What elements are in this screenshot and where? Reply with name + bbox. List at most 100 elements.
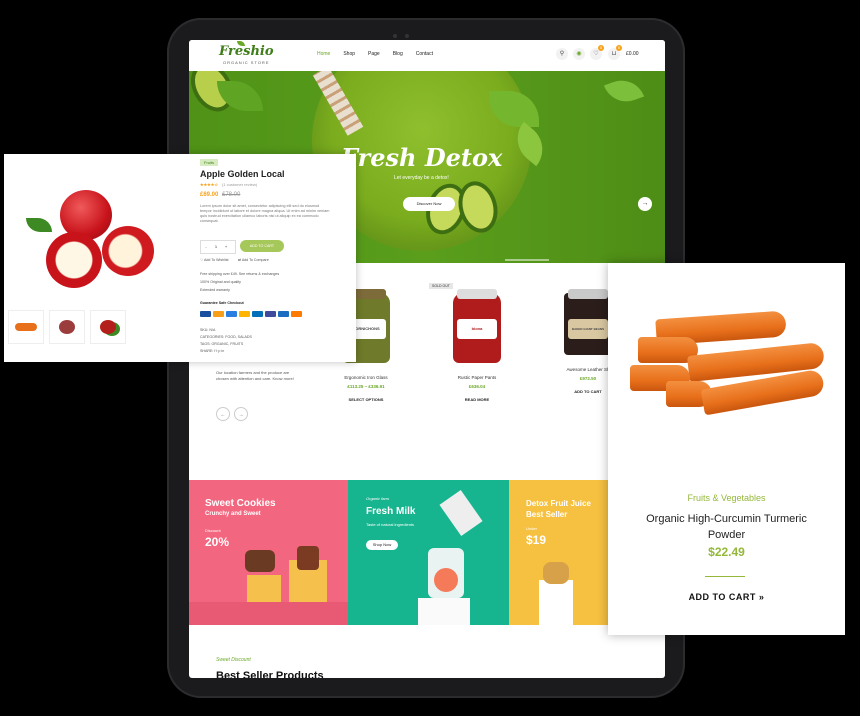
hero-subtitle: Let everyday be a detox! (394, 175, 449, 181)
mastercard-icon (213, 311, 224, 317)
banner-sweet-cookies[interactable]: Sweet Cookies Crunchy and Sweet Discount… (189, 480, 348, 625)
slider-progress (505, 259, 549, 261)
quantity-value[interactable]: 1 (211, 241, 221, 253)
leaf-image (603, 73, 645, 109)
rating-stars: ★★★★☆ (1 customer review) (200, 182, 258, 187)
cart-amount[interactable]: £0.00 (626, 51, 639, 57)
banner-kicker: Organic farm (366, 496, 390, 501)
sauce-jar-image: biona (453, 289, 501, 363)
quick-view-popup: Fruits Apple Golden Local ★★★★☆ (1 custom… (4, 154, 356, 362)
tags[interactable]: TAGS: ORGANIC, FRUITS (200, 342, 243, 346)
product-title: Apple Golden Local (200, 169, 285, 179)
quantity-stepper[interactable]: -1 + (200, 240, 236, 254)
compare-link[interactable]: ⇄ Add To Compare (238, 258, 269, 262)
nav-page[interactable]: Page (368, 51, 380, 57)
thumbnail-vegetables[interactable] (90, 310, 126, 344)
white-pedestal (539, 580, 573, 625)
read-more-button[interactable]: READ MORE (432, 397, 522, 402)
apple-half-image (46, 232, 102, 288)
review-count[interactable]: (1 customer review) (222, 182, 257, 187)
categories[interactable]: CATEGORIES: FOOD, SALADS (200, 335, 252, 339)
select-options-button[interactable]: SELECT OPTIONS (321, 397, 411, 402)
bitcoin-icon (291, 311, 302, 317)
tablet-camera (393, 25, 427, 56)
sold-out-badge: SOLD OUT (429, 283, 453, 289)
divider (705, 576, 745, 577)
banner-title: Fresh Milk (366, 506, 416, 517)
linkedin-icon[interactable]: in (221, 349, 224, 353)
search-icon[interactable]: ⚲ (556, 48, 568, 60)
section-kicker: Sweet Discount (216, 657, 251, 663)
banner-discount: 20% (205, 535, 230, 549)
shop-now-button[interactable]: Shop Now (366, 540, 398, 550)
yellow-box-image (247, 575, 281, 605)
product-price: £113.25 – £336.91 (347, 384, 385, 389)
product-name[interactable]: Rustic Paper Pants (432, 375, 522, 380)
maestro-icon (265, 311, 276, 317)
product-title[interactable]: Organic High-Curcumin Turmeric Powder (628, 511, 825, 543)
original-price: £78.00 (222, 192, 241, 198)
banner-title: Sweet Cookies (205, 498, 276, 509)
cookies-image (245, 550, 275, 572)
banner-price: $19 (526, 533, 547, 547)
category-tag[interactable]: Fruits (200, 159, 218, 166)
site-header: Freshio ORGANIC STORE Home Shop Page Blog Co… (189, 40, 665, 71)
product-price: $22.49 (708, 545, 745, 559)
nav-shop[interactable]: Shop (343, 51, 355, 57)
apple-product-image (26, 188, 166, 288)
table-surface (189, 602, 348, 625)
visa-icon (200, 311, 211, 317)
product-name[interactable]: Ergonomic Iron Glass (321, 375, 411, 380)
logo-subtitle: ORGANIC STORE (223, 60, 270, 65)
add-to-cart-button[interactable]: ADD TO CART » (608, 592, 845, 602)
add-to-cart-button[interactable]: ADD TO CART (240, 240, 284, 252)
sku: SKU: N/A (200, 328, 216, 332)
banner-subtitle: Best Seller (526, 510, 568, 519)
main-nav: Home Shop Page Blog Contact (317, 51, 446, 57)
ginger-image (543, 562, 569, 584)
nav-blog[interactable]: Blog (393, 51, 403, 57)
banner-subtitle: Crunchy and Sweet (205, 511, 261, 517)
discover-icon (239, 311, 250, 317)
product-category[interactable]: Fruits & Vegetables (608, 493, 845, 503)
wishlist-count-badge: 0 (598, 45, 604, 51)
slider-next-arrow-icon[interactable]: → (638, 197, 652, 211)
feature-quality: 100% Original and quality (200, 280, 241, 284)
banner-label: Under (526, 526, 537, 531)
banner-subtitle: Taste of natural ingredients (366, 522, 415, 527)
hero-title: Fresh Detox (341, 143, 503, 172)
sale-price: £69.00 (200, 192, 219, 198)
product-card[interactable]: biona Rustic Paper Pants £636.04 READ MO… (432, 289, 522, 402)
prev-page-button[interactable]: ← (216, 407, 230, 421)
plus-button[interactable]: + (221, 241, 231, 253)
section-title: Best Seller Products (216, 670, 324, 678)
thumbnail-carrot[interactable] (8, 310, 44, 344)
banner-fresh-milk[interactable]: Organic farm Fresh Milk Taste of natural… (348, 480, 509, 625)
apple-leaf-image (26, 218, 52, 232)
nav-contact[interactable]: Contact (416, 51, 433, 57)
apple-half-image (102, 226, 154, 276)
share-row: SHARE: f t p in (200, 349, 225, 353)
minus-button[interactable]: - (201, 241, 211, 253)
cart-count-badge: 0 (616, 45, 622, 51)
nav-home[interactable]: Home (317, 51, 330, 57)
wishlist-link[interactable]: ♡ Add To Wishlist (200, 258, 229, 262)
beans-can-image: BAKED GIANT BEANS (564, 289, 612, 355)
user-icon[interactable]: ◉ (573, 48, 585, 60)
site-logo[interactable]: Freshio (219, 45, 274, 58)
next-page-button[interactable]: → (234, 407, 248, 421)
grapefruit-image (434, 568, 458, 592)
product-price: £636.04 (468, 384, 486, 389)
product-description: Lorem ipsum dolor sit amet, consectetur … (200, 204, 330, 223)
milk-carton-image (439, 489, 483, 537)
feature-shipping: Free shipping over £49. See returns & ex… (200, 272, 280, 276)
jcb-icon (278, 311, 289, 317)
white-pedestal (418, 598, 470, 625)
paypal-icon (252, 311, 263, 317)
amex-icon (226, 311, 237, 317)
thumbnail-onion[interactable] (49, 310, 85, 344)
feature-warranty: Extended warranty (200, 288, 230, 292)
product-card-popup[interactable]: Fruits & Vegetables Organic High-Curcumi… (608, 263, 845, 635)
discover-now-button[interactable]: Discover Now (403, 197, 455, 211)
guarantee-label: Guarantee Safe Checkout (200, 301, 244, 305)
